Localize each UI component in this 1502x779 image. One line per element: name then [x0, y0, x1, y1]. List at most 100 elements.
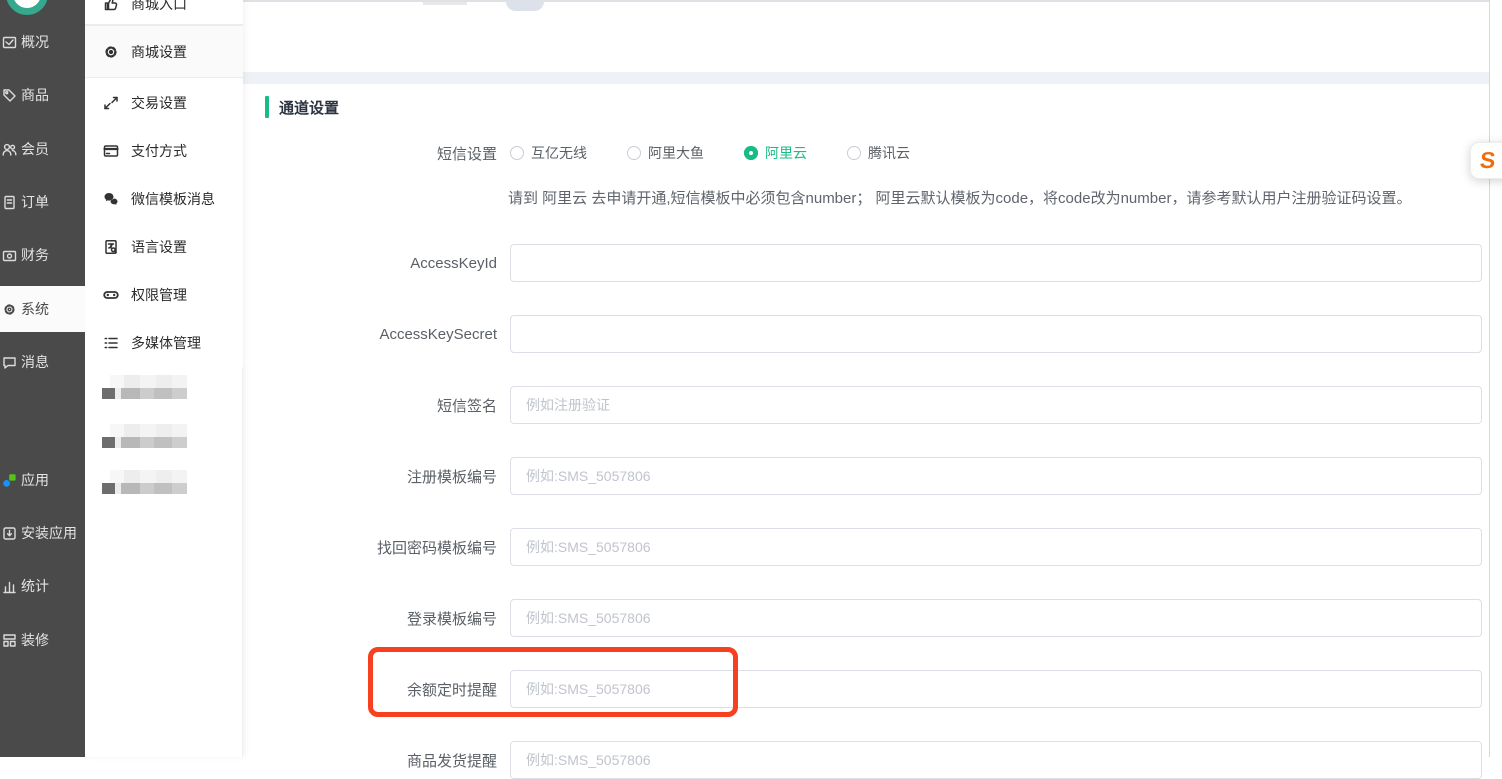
sidebar-item-messages[interactable]: 消息 — [0, 339, 85, 385]
radio-selected-icon — [744, 146, 758, 160]
radio-label: 腾讯云 — [868, 145, 910, 161]
floating-brand-button[interactable]: S — [1470, 142, 1502, 179]
sidebar-item-label: 消息 — [21, 354, 49, 370]
list-icon — [104, 337, 118, 349]
primary-sidebar: 概况 商品 会员 订单 财务 系统 消息 应用 安装应用 统计 装修 — [0, 0, 85, 757]
toggle-switch-partial[interactable] — [506, 0, 544, 11]
thumb-entry-icon — [104, 0, 118, 11]
submenu-item-mall-entry[interactable]: 商城入口 — [85, 0, 243, 25]
wechat-bubbles-icon — [104, 193, 118, 205]
shipping-reminder-template-input[interactable] — [510, 741, 1482, 779]
sms-signature-input[interactable] — [510, 386, 1482, 424]
fitment-icon — [3, 633, 16, 647]
sms-settings-label: 短信设置 — [436, 145, 497, 163]
censored-submenu-item[interactable] — [102, 424, 187, 448]
radio-huyi-wireless[interactable]: 互亿无线 — [510, 143, 587, 163]
orders-icon — [4, 195, 15, 209]
radio-tencent-cloud[interactable]: 腾讯云 — [847, 143, 910, 163]
sidebar-item-label: 概况 — [21, 34, 49, 50]
submenu-item-label: 交易设置 — [131, 95, 187, 111]
sidebar-item-fitment[interactable]: 装修 — [0, 617, 85, 663]
field-label: 商品发货提醒 — [406, 752, 497, 770]
field-label: 余额定时提醒 — [406, 681, 497, 699]
radio-label: 阿里云 — [765, 145, 807, 161]
gear-icon — [105, 45, 117, 58]
previous-section-cutoff — [243, 0, 1489, 72]
form-row-accesskeyid: AccessKeyId — [243, 244, 1489, 282]
radio-ali-dayu[interactable]: 阿里大鱼 — [627, 143, 704, 163]
app-logo — [6, 0, 48, 15]
field-label: 短信签名 — [436, 397, 497, 415]
login-template-input[interactable] — [510, 599, 1482, 637]
password-recovery-template-input[interactable] — [510, 528, 1482, 566]
radio-circle-icon — [847, 146, 861, 160]
section-header: 通道设置 — [265, 96, 1489, 118]
sidebar-item-install-apps[interactable]: 安装应用 — [0, 510, 85, 556]
sidebar-item-label: 会员 — [21, 141, 49, 157]
finance-icon — [2, 250, 17, 261]
system-gear-icon — [4, 303, 15, 315]
balance-reminder-template-input[interactable] — [510, 670, 1482, 708]
section-title: 通道设置 — [279, 99, 340, 117]
submenu-item-trade-settings[interactable]: 交易设置 — [85, 79, 243, 127]
sidebar-item-label: 商品 — [21, 87, 49, 103]
sms-provider-row: 短信设置 互亿无线 阿里大鱼 阿里云 腾讯云 — [243, 143, 1489, 163]
settings-submenu: 商城入口 商城设置 交易设置 支付方式 微信模板消息 语言设置 权限管理 多媒体… — [85, 0, 243, 757]
censored-submenu-item[interactable] — [102, 375, 187, 399]
submenu-item-payment-methods[interactable]: 支付方式 — [85, 127, 243, 175]
sidebar-item-members[interactable]: 会员 — [0, 126, 85, 172]
sidebar-item-apps[interactable]: 应用 — [0, 457, 85, 503]
register-template-input[interactable] — [510, 457, 1482, 495]
form-row-balance-reminder: 余额定时提醒 — [243, 647, 1489, 717]
message-icon — [3, 356, 16, 369]
sidebar-item-label: 装修 — [21, 632, 49, 648]
submenu-item-label: 商城设置 — [131, 43, 187, 60]
submenu-item-wechat-template[interactable]: 微信模板消息 — [85, 175, 243, 223]
sidebar-item-statistics[interactable]: 统计 — [0, 563, 85, 609]
radio-label: 互亿无线 — [531, 145, 587, 161]
brand-s-logo: S — [1478, 147, 1497, 173]
submenu-item-label: 支付方式 — [131, 143, 187, 159]
accesskeyid-input[interactable] — [510, 244, 1482, 282]
field-label: 找回密码模板编号 — [376, 539, 497, 557]
form-row-password-recovery-template: 找回密码模板编号 — [243, 528, 1489, 566]
apps-icon — [3, 473, 16, 487]
channel-settings-panel: 通道设置 短信设置 互亿无线 阿里大鱼 阿里云 腾讯云 请到 阿里云 去申请开通… — [243, 84, 1489, 779]
sidebar-item-label: 系统 — [21, 301, 49, 317]
form-row-login-template: 登录模板编号 — [243, 599, 1489, 637]
submenu-item-label: 微信模板消息 — [131, 191, 215, 207]
gamepad-icon — [103, 291, 119, 299]
sidebar-item-label: 订单 — [21, 194, 49, 210]
accesskeysecret-input[interactable] — [510, 315, 1482, 353]
sidebar-item-orders[interactable]: 订单 — [0, 179, 85, 225]
submenu-item-mall-settings[interactable]: 商城设置 — [85, 25, 243, 78]
sidebar-item-label: 应用 — [21, 472, 49, 488]
field-label: 登录模板编号 — [406, 610, 497, 628]
trade-arrows-icon — [104, 96, 118, 110]
radio-circle-icon — [510, 146, 524, 160]
stats-icon — [3, 581, 16, 593]
sidebar-item-system[interactable]: 系统 — [0, 286, 85, 332]
submenu-item-multimedia[interactable]: 多媒体管理 — [85, 319, 243, 367]
field-label: 注册模板编号 — [406, 468, 497, 486]
language-icon — [105, 240, 117, 254]
sidebar-item-finance[interactable]: 财务 — [0, 232, 85, 278]
section-accent-bar — [265, 96, 269, 118]
sms-help-row: 请到 阿里云 去申请开通,短信模板中必须包含number； 阿里云默认模板为co… — [243, 187, 1489, 208]
install-icon — [3, 526, 16, 540]
sidebar-item-label: 财务 — [21, 247, 49, 263]
submenu-item-permissions[interactable]: 权限管理 — [85, 271, 243, 319]
submenu-item-label: 多媒体管理 — [131, 335, 201, 351]
main-content: 通道设置 短信设置 互亿无线 阿里大鱼 阿里云 腾讯云 请到 阿里云 去申请开通… — [243, 0, 1489, 779]
radio-aliyun[interactable]: 阿里云 — [744, 143, 807, 163]
submenu-item-label: 语言设置 — [131, 239, 187, 255]
submenu-item-label: 权限管理 — [131, 287, 187, 303]
censored-submenu-item[interactable] — [102, 470, 187, 494]
form-row-sms-signature: 短信签名 — [243, 386, 1489, 424]
field-label: AccessKeySecret — [379, 325, 497, 343]
submenu-item-language-settings[interactable]: 语言设置 — [85, 223, 243, 271]
sms-provider-radio-group: 互亿无线 阿里大鱼 阿里云 腾讯云 — [510, 143, 950, 163]
sidebar-item-goods[interactable]: 商品 — [0, 72, 85, 118]
overview-icon — [2, 36, 17, 48]
sidebar-item-overview[interactable]: 概况 — [0, 19, 85, 65]
